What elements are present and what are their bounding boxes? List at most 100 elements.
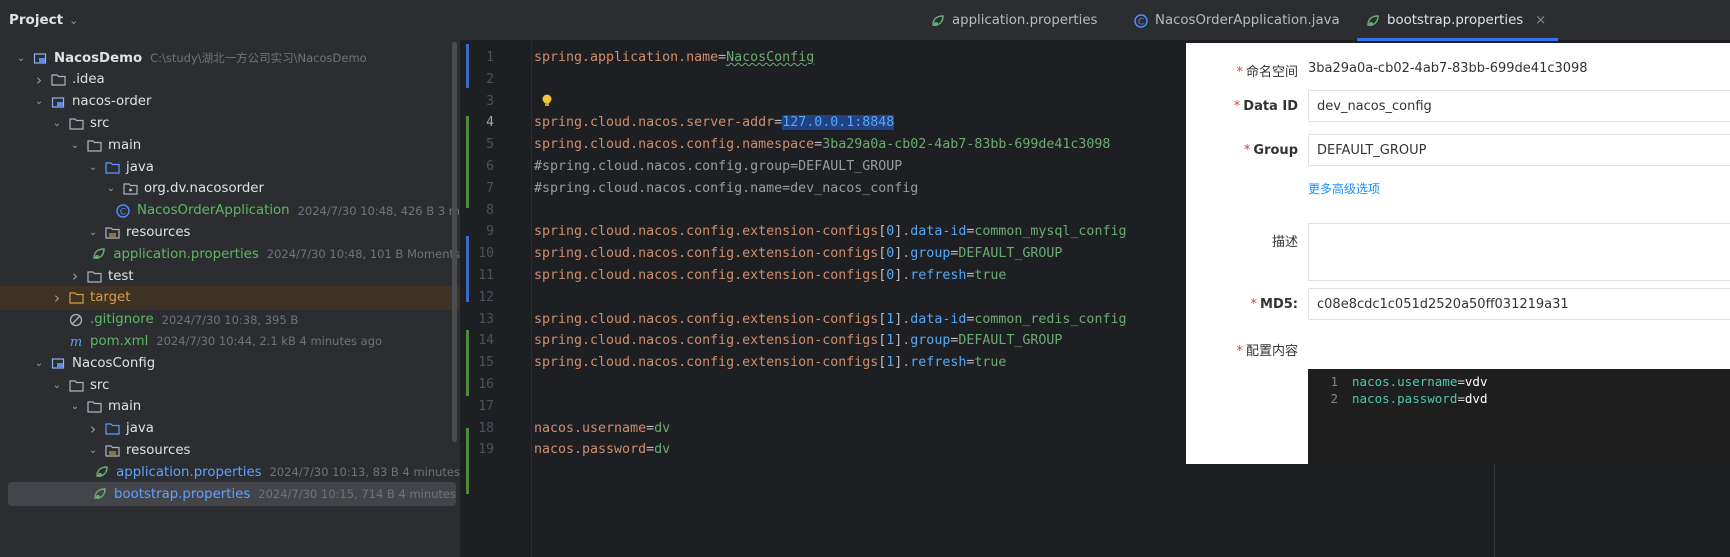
tree-item[interactable]: ⌄ main bbox=[0, 133, 460, 157]
property-subkey: refresh bbox=[910, 268, 967, 283]
vcs-added-marker[interactable] bbox=[466, 330, 469, 396]
tree-item-meta: 2024/7/30 10:48, 101 B Moments bbox=[266, 247, 460, 262]
project-title: Project bbox=[9, 12, 64, 28]
tree-item[interactable]: ⌄ src bbox=[0, 111, 460, 135]
chevron-down-icon[interactable]: ⌄ bbox=[50, 118, 64, 129]
advanced-options-link[interactable]: 更多高级选项 bbox=[1308, 180, 1380, 197]
chevron-down-icon[interactable]: ⌄ bbox=[68, 401, 82, 412]
tab-application-properties[interactable]: application.properties bbox=[930, 0, 1097, 41]
editor-tab-bar: application.properties C NacosOrderAppli… bbox=[460, 0, 1730, 41]
chevron-right-icon[interactable]: › bbox=[32, 71, 46, 89]
project-header[interactable]: Project ⌄ bbox=[0, 0, 460, 40]
tree-item[interactable]: ⌄ NacosDemo C:\study\湖北一方公司实习\NacosDemo bbox=[0, 46, 460, 70]
chevron-down-icon[interactable]: ⌄ bbox=[86, 227, 100, 238]
code-line: spring.cloud.nacos.config.extension-conf… bbox=[534, 246, 1062, 261]
active-tab-indicator bbox=[1357, 38, 1559, 41]
tab-label: bootstrap.properties bbox=[1387, 13, 1524, 28]
property-value: common_mysql_config bbox=[974, 224, 1127, 240]
property-subkey: data-id bbox=[910, 224, 967, 240]
property-key: spring.cloud.nacos.config.extension-conf… bbox=[534, 246, 879, 262]
close-tab-icon[interactable]: × bbox=[1535, 13, 1546, 28]
line-number: 16 bbox=[478, 377, 494, 392]
tab-nacos-order-application[interactable]: C NacosOrderApplication.java bbox=[1133, 0, 1340, 41]
tree-item-label: pom.xml bbox=[90, 333, 149, 349]
line-number: 6 bbox=[486, 159, 494, 174]
tree-item[interactable]: .gitignore 2024/7/30 10:38, 395 B bbox=[0, 308, 460, 332]
property-key: spring.cloud.nacos.config.namespace bbox=[534, 137, 815, 153]
project-scrollbar[interactable] bbox=[452, 42, 457, 442]
tree-item[interactable]: ⌄ NacosConfig bbox=[0, 351, 460, 375]
code-line: nacos.username=dv bbox=[534, 421, 670, 436]
code-line: spring.cloud.nacos.config.extension-conf… bbox=[534, 224, 1126, 239]
tree-item-label: test bbox=[108, 268, 134, 284]
description-textarea[interactable] bbox=[1308, 223, 1730, 281]
tree-item[interactable]: ⌄ resources bbox=[0, 438, 460, 462]
config-content-editor[interactable]: 1 nacos.username=vdv 2 nacos.password=dvd bbox=[1308, 369, 1730, 464]
vcs-added-marker[interactable] bbox=[466, 428, 469, 494]
line-number: 13 bbox=[478, 311, 494, 327]
line-number: 4 bbox=[486, 115, 494, 131]
property-subkey: data-id bbox=[910, 311, 967, 327]
code-line: spring.cloud.nacos.config.extension-conf… bbox=[534, 312, 1126, 327]
tree-item[interactable]: ⌄ java bbox=[0, 155, 460, 179]
line-number: 3 bbox=[486, 93, 494, 109]
tree-item[interactable]: bootstrap.properties 2024/7/30 10:15, 714… bbox=[8, 482, 456, 506]
chevron-down-icon[interactable]: ⌄ bbox=[86, 162, 100, 173]
vcs-modified-marker[interactable] bbox=[466, 44, 469, 88]
tree-item[interactable]: application.properties 2024/7/30 10:48, 1… bbox=[0, 242, 460, 266]
md5-field[interactable]: c08e8cdc1c051d2520a50ff031219a31 bbox=[1308, 288, 1730, 320]
module-icon bbox=[32, 50, 48, 66]
spring-properties-icon bbox=[1365, 13, 1381, 29]
chevron-right-icon[interactable]: › bbox=[86, 420, 100, 438]
chevron-right-icon[interactable]: › bbox=[50, 289, 64, 307]
tree-item-label: resources bbox=[126, 442, 191, 458]
tree-item-label: src bbox=[90, 377, 110, 393]
property-value: dv bbox=[654, 442, 671, 458]
chevron-down-icon[interactable]: ⌄ bbox=[14, 53, 28, 64]
tree-item-meta: 2024/7/30 10:13, 83 B 4 minutes bbox=[269, 465, 460, 480]
tree-item-label: main bbox=[108, 137, 142, 153]
vcs-modified-marker[interactable] bbox=[466, 236, 469, 302]
lightbulb-icon[interactable] bbox=[540, 93, 554, 107]
data-id-field[interactable]: dev_nacos_config bbox=[1308, 90, 1730, 122]
code-line: spring.cloud.nacos.server-addr=127.0.0.1… bbox=[534, 115, 895, 131]
tree-item[interactable]: ⌄ nacos-order bbox=[0, 90, 460, 114]
resources-folder-icon bbox=[104, 442, 120, 458]
line-number: 5 bbox=[486, 137, 494, 153]
chevron-down-icon[interactable]: ⌄ bbox=[32, 358, 46, 369]
chevron-down-icon[interactable]: ⌄ bbox=[68, 140, 82, 151]
tab-label: application.properties bbox=[952, 13, 1098, 28]
tree-item[interactable]: C NacosOrderApplication 2024/7/30 10:48, 4… bbox=[0, 199, 460, 223]
tree-item[interactable]: ⌄ resources bbox=[0, 220, 460, 244]
tree-item[interactable]: ⌄ main bbox=[0, 395, 460, 419]
chevron-right-icon[interactable]: › bbox=[68, 267, 82, 285]
chevron-down-icon[interactable]: ⌄ bbox=[104, 183, 118, 194]
tree-item-label: NacosDemo bbox=[54, 50, 143, 66]
source-folder-icon bbox=[104, 159, 120, 175]
property-value: true bbox=[974, 268, 1007, 283]
config-line: 1 nacos.username=vdv bbox=[1330, 374, 1488, 389]
code-line: #spring.cloud.nacos.config.name=dev_naco… bbox=[534, 181, 918, 196]
property-key: spring.cloud.nacos.config.extension-conf… bbox=[534, 355, 879, 371]
tree-item[interactable]: › .idea bbox=[0, 68, 460, 92]
property-value: DEFAULT_GROUP bbox=[958, 246, 1063, 262]
gutter-divider bbox=[531, 41, 532, 557]
chevron-down-icon[interactable]: ⌄ bbox=[50, 380, 64, 391]
chevron-down-icon[interactable]: ⌄ bbox=[69, 14, 78, 27]
tab-bootstrap-properties[interactable]: bootstrap.properties × bbox=[1357, 0, 1559, 41]
tree-item[interactable]: › target bbox=[0, 285, 460, 310]
tree-item[interactable]: ⌄ src bbox=[0, 373, 460, 397]
chevron-down-icon[interactable]: ⌄ bbox=[86, 445, 100, 456]
tree-item[interactable]: › java bbox=[0, 417, 460, 441]
tree-item[interactable]: application.properties 2024/7/30 10:13, 8… bbox=[0, 460, 460, 484]
vcs-added-marker[interactable] bbox=[466, 116, 469, 208]
group-field[interactable]: DEFAULT_GROUP bbox=[1308, 134, 1730, 166]
tree-item[interactable]: › test bbox=[0, 264, 460, 288]
tree-item[interactable]: ⌄ org.dv.nacosorder bbox=[0, 177, 460, 201]
tree-item[interactable]: m pom.xml 2024/7/30 10:44, 2.1 kB 4 minute… bbox=[0, 329, 460, 353]
chevron-down-icon[interactable]: ⌄ bbox=[32, 96, 46, 107]
tree-item-label: NacosOrderApplication bbox=[137, 203, 290, 219]
equals-sign: = bbox=[646, 442, 655, 458]
tree-item-label: src bbox=[90, 115, 110, 131]
tree-item-label: org.dv.nacosorder bbox=[144, 181, 264, 197]
